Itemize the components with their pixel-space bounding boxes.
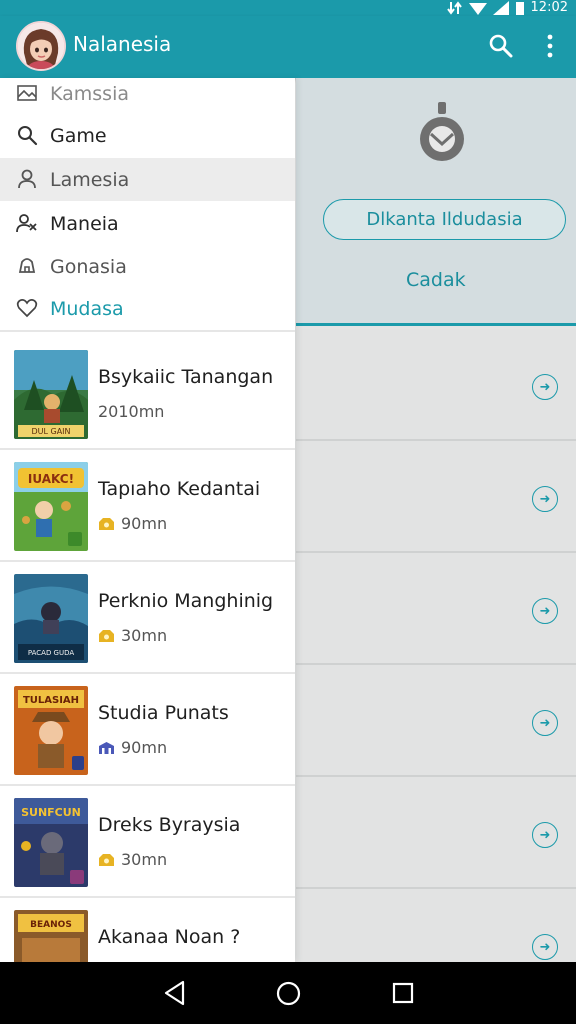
app-bar: Nalanesia	[0, 16, 576, 78]
menu-label: Maneia	[50, 212, 119, 235]
timer-icon	[420, 102, 464, 161]
game-row[interactable]: SUNFCUN Dreks Byraysia 30mn	[0, 786, 295, 898]
person-icon	[18, 169, 36, 189]
home-icon[interactable]	[276, 981, 301, 1006]
game-row[interactable]: BEANOS Akanaa Noan ?	[0, 898, 295, 962]
game-title: Bsykaiic Tanangan	[98, 366, 274, 388]
game-thumbnail: TULASIAH	[14, 686, 88, 775]
menu-item-game[interactable]: Game	[0, 114, 295, 157]
game-duration: 30mn	[121, 626, 168, 645]
game-title: Perknio Manghinig	[98, 590, 274, 612]
menu-label: Gonasia	[50, 255, 127, 278]
right-row: ➜	[296, 777, 576, 889]
right-row: ➜	[296, 441, 576, 553]
avatar[interactable]	[16, 21, 66, 71]
signal-icon	[492, 1, 509, 15]
menu-label: Mudasa	[50, 297, 124, 320]
navigation-drawer: Kamssia Game Lamesia Maneia Gonasia Muda…	[0, 78, 295, 962]
game-row[interactable]: IUAKC! Tapıaho Kedantai 90mn	[0, 450, 295, 562]
coin-badge-icon	[99, 517, 114, 530]
status-time: 12:02	[530, 0, 568, 15]
wifi-icon	[468, 3, 487, 15]
game-duration: 2010mn	[98, 402, 165, 421]
primary-outline-button[interactable]: Dlkanta Ildudasia	[323, 199, 566, 240]
status-icons: 12:02	[446, 0, 568, 16]
game-thumbnail: BEANOS	[14, 910, 88, 962]
game-duration: 90mn	[121, 738, 168, 757]
open-arrow-icon[interactable]: ➜	[532, 598, 558, 624]
game-meta: 2010mn	[98, 402, 164, 421]
game-title: Akanaa Noan ?	[98, 926, 241, 948]
right-row: ➜	[296, 665, 576, 777]
right-row: ➜	[296, 553, 576, 665]
game-title: Studia Punats	[98, 702, 229, 724]
image-icon	[17, 85, 37, 101]
open-arrow-icon[interactable]: ➜	[532, 934, 558, 960]
avatar-icon	[18, 23, 64, 69]
back-icon[interactable]	[163, 980, 187, 1006]
game-duration: 30mn	[121, 850, 168, 869]
status-bar: 12:02	[0, 0, 576, 16]
thumbnail-text: SUNFCUN	[21, 806, 81, 819]
menu-item-maneia[interactable]: Maneia	[0, 202, 295, 245]
system-navigation-bar	[0, 962, 576, 1024]
game-row[interactable]: PACAD GUDA Perknio Manghinig 30mn	[0, 562, 295, 674]
thumbnail-text: PACAD GUDA	[28, 649, 75, 657]
battery-icon	[515, 2, 524, 15]
thumbnail-text: BEANOS	[30, 920, 72, 930]
thumbnail-text: IUAKC!	[28, 472, 74, 486]
people-icon	[16, 214, 37, 233]
thumbnail-text: DUL GAIN	[31, 427, 70, 436]
open-arrow-icon[interactable]: ➜	[532, 710, 558, 736]
open-arrow-icon[interactable]: ➜	[532, 486, 558, 512]
menu-item-lamesia[interactable]: Lamesia	[0, 158, 295, 201]
coin-badge-icon	[99, 853, 114, 866]
game-row[interactable]: DUL GAIN Bsykaiic Tanangan 2010mn	[0, 338, 295, 450]
right-row: ➜	[296, 329, 576, 441]
game-thumbnail: SUNFCUN	[14, 798, 88, 887]
open-arrow-icon[interactable]: ➜	[532, 822, 558, 848]
data-transfer-icon	[446, 1, 462, 15]
game-meta: 30mn	[98, 850, 167, 869]
bell-icon	[18, 258, 36, 273]
game-title: Dreks Byraysia	[98, 814, 241, 836]
thumbnail-text: TULASIAH	[23, 695, 79, 706]
heart-icon	[16, 299, 38, 318]
building-badge-icon	[99, 741, 114, 754]
menu-item-mudasa[interactable]: Mudasa	[0, 287, 295, 330]
recent-apps-icon[interactable]	[392, 982, 414, 1004]
game-thumbnail: PACAD GUDA	[14, 574, 88, 663]
menu-label: Game	[50, 124, 107, 147]
game-duration: 90mn	[121, 514, 168, 533]
more-vert-icon[interactable]	[540, 32, 560, 60]
search-icon[interactable]	[487, 32, 515, 60]
open-arrow-icon[interactable]: ➜	[532, 374, 558, 400]
right-panel-header: Dlkanta Ildudasia Cadak	[296, 78, 576, 326]
right-panel-list: ➜ ➜ ➜ ➜ ➜ ➜	[296, 329, 576, 962]
game-thumbnail: DUL GAIN	[14, 350, 88, 439]
game-meta: 30mn	[98, 626, 167, 645]
menu-item-gonasia[interactable]: Gonasia	[0, 245, 295, 288]
drawer-divider	[0, 330, 295, 332]
coin-badge-icon	[99, 629, 114, 642]
app-title: Nalanesia	[73, 32, 172, 56]
game-title: Tapıaho Kedantai	[98, 478, 261, 500]
game-meta: 90mn	[98, 738, 167, 757]
menu-item-kamssia[interactable]: Kamssia	[0, 78, 295, 115]
game-thumbnail: IUAKC!	[14, 462, 88, 551]
game-meta: 90mn	[98, 514, 167, 533]
cadak-button[interactable]: Cadak	[406, 269, 466, 291]
search-icon	[18, 126, 38, 146]
menu-label: Kamssia	[50, 82, 129, 105]
game-row[interactable]: TULASIAH Studia Punats 90mn	[0, 674, 295, 786]
menu-label: Lamesia	[50, 168, 130, 191]
